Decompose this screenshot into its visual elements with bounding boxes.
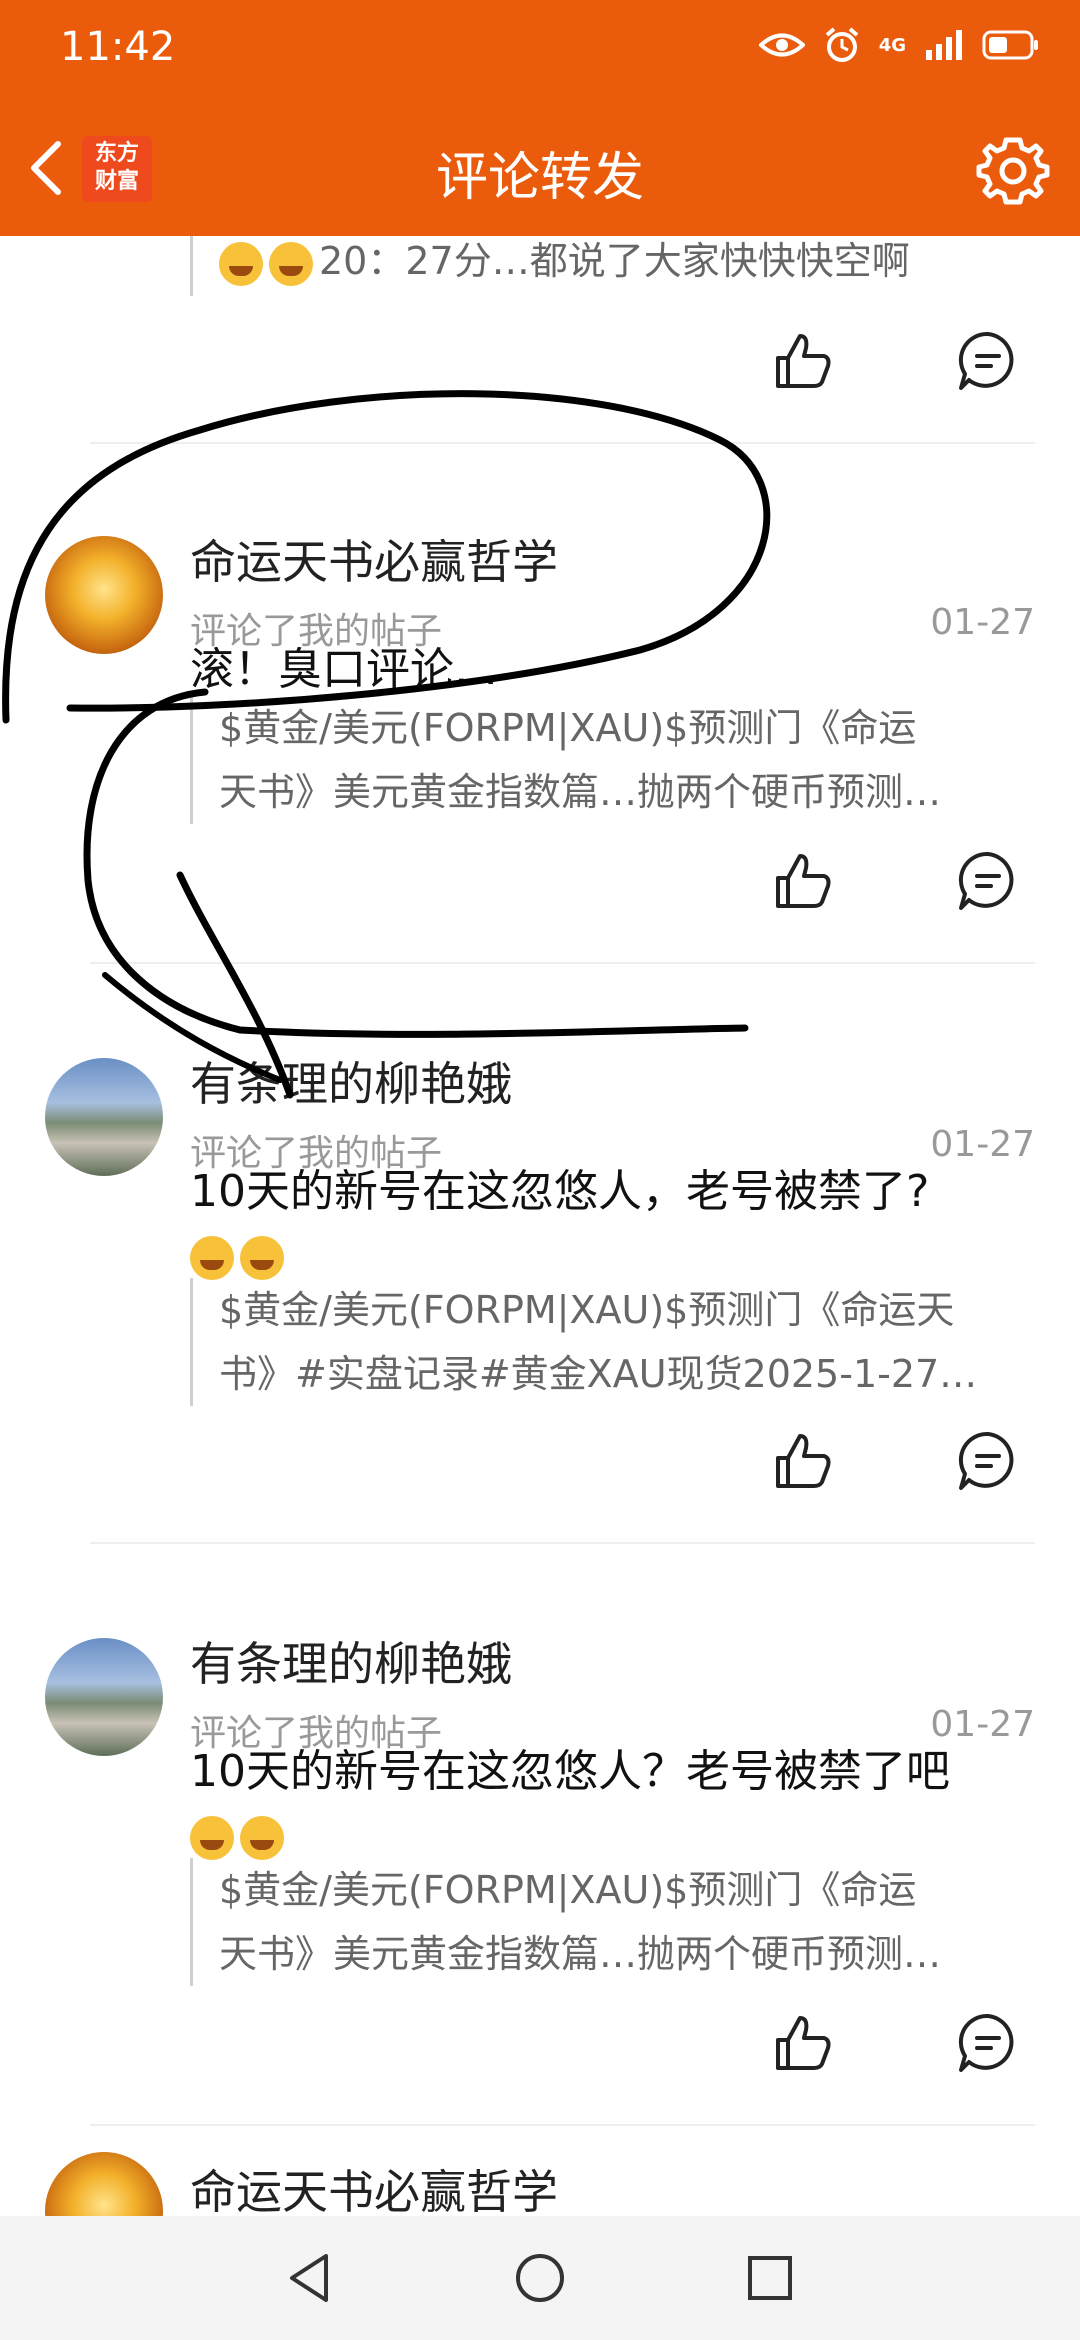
quote-line: 书》#实盘记录#黄金XAU现货2025-1-27… [219,1352,978,1396]
page-title: 评论转发 [435,148,644,208]
date: 01-27 [930,1124,1035,1165]
username[interactable]: 命运天书必赢哲学 [190,2156,558,2216]
network-type: 4G [878,34,906,56]
alarm-icon [825,27,858,62]
emoji-row [190,1806,1040,1866]
emoji-icon [240,1236,284,1280]
emoji-icon [269,241,313,286]
reply-comment-icon[interactable] [955,848,1021,914]
divider [90,442,1035,444]
nav-home-icon[interactable] [510,2248,570,2308]
quoted-post[interactable]: $黄金/美元(FORPM|XAU)$预测门《命运天 书》#实盘记录#黄金XAU现… [190,1278,1039,1406]
quote-text: 20：27分…都说了大家快快快空啊 [319,239,910,283]
like-thumbs-up-icon[interactable] [770,1428,836,1494]
quote-line: $黄金/美元(FORPM|XAU)$预测门《命运天 [219,1288,955,1332]
reply-comment-icon[interactable] [955,328,1021,394]
signal-icon [926,30,962,60]
divider [90,962,1035,964]
emoji-icon [190,1236,234,1280]
quoted-post[interactable]: 20：27分…都说了大家快快快空啊 [190,236,1039,296]
status-time: 11:42 [60,24,176,70]
status-icons: 4G [758,26,1040,64]
username[interactable]: 有条理的柳艳娥 [190,1048,512,1114]
date: 01-27 [930,1704,1035,1745]
app-header: 11:42 4G 东方 财富 评论转发 [0,0,1080,236]
quote-line: $黄金/美元(FORPM|XAU)$预测门《命运 [219,1868,917,1912]
like-thumbs-up-icon[interactable] [770,328,836,394]
comment-line: 10天的新号在这忽悠人，老号被禁了? [190,1166,930,1217]
quote-line: $黄金/美元(FORPM|XAU)$预测门《命运 [219,706,917,750]
battery-icon [982,30,1038,60]
avatar[interactable] [45,1638,163,1756]
quoted-post[interactable]: $黄金/美元(FORPM|XAU)$预测门《命运 天书》美元黄金指数篇…抛两个硬… [190,696,1039,824]
username[interactable]: 有条理的柳艳娥 [190,1628,512,1694]
comment-text[interactable]: 10天的新号在这忽悠人，老号被禁了? [190,1162,1040,1286]
date: 01-27 [930,602,1035,643]
comment-line: 10天的新号在这忽悠人？老号被禁了吧 [190,1746,950,1797]
divider [90,2124,1035,2126]
settings-gear-icon[interactable] [976,134,1050,208]
avatar[interactable] [45,536,163,654]
nav-recents-icon[interactable] [740,2248,800,2308]
nav-back-icon[interactable] [280,2248,340,2308]
comment-text[interactable]: 10天的新号在这忽悠人？老号被禁了吧 [190,1742,1040,1866]
avatar[interactable] [45,2152,163,2216]
quote-line: 天书》美元黄金指数篇…抛两个硬币预测… [219,1932,942,1976]
emoji-icon [219,241,263,286]
emoji-row [190,1226,1040,1286]
reply-comment-icon[interactable] [955,1428,1021,1494]
eye-icon [758,33,805,57]
like-thumbs-up-icon[interactable] [770,848,836,914]
divider [90,1542,1035,1544]
like-thumbs-up-icon[interactable] [770,2010,836,2076]
avatar[interactable] [45,1058,163,1176]
quoted-post[interactable]: $黄金/美元(FORPM|XAU)$预测门《命运 天书》美元黄金指数篇…抛两个硬… [190,1858,1039,1986]
emoji-icon [190,1816,234,1860]
comment-feed: 20：27分…都说了大家快快快空啊 命运天书必赢哲学 评论了我的帖子 01-27… [0,236,1080,2216]
system-nav-bar [0,2216,1080,2340]
quote-line: 天书》美元黄金指数篇…抛两个硬币预测… [219,770,942,814]
reply-comment-icon[interactable] [955,2010,1021,2076]
emoji-icon [240,1816,284,1860]
comment-text[interactable]: 滚！臭口评论… [190,640,1040,700]
username[interactable]: 命运天书必赢哲学 [190,526,558,592]
